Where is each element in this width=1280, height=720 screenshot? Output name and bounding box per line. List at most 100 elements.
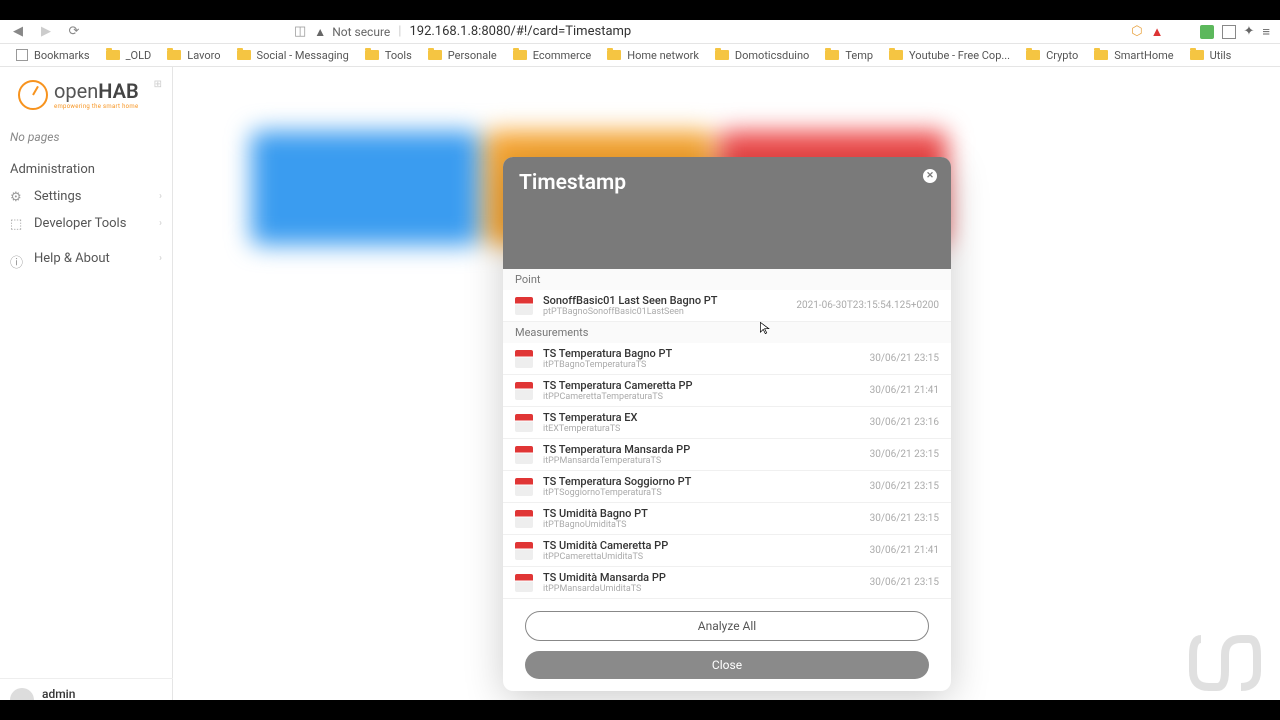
measurement-row[interactable]: TS Temperatura Mansarda PPitPPMansardaTe… — [503, 439, 951, 471]
measurement-row[interactable]: TS Umidità Bagno PTitPTBagnoUmiditaTS 30/… — [503, 503, 951, 535]
security-text: Not secure — [332, 25, 390, 39]
window-top-bar — [0, 0, 1280, 20]
row-title: SonoffBasic01 Last Seen Bagno PT — [543, 294, 786, 307]
row-title: TS Umidità Bagno PT — [543, 507, 860, 520]
pin-icon[interactable]: ⊞ — [154, 79, 162, 90]
chevron-right-icon: › — [159, 253, 162, 264]
no-pages-label: No pages — [0, 122, 172, 152]
row-title: TS Temperatura Bagno PT — [543, 347, 860, 360]
calendar-icon — [515, 542, 533, 560]
watermark — [1180, 625, 1270, 700]
row-subtitle: itPPMansardaUmiditaTS — [543, 584, 860, 594]
row-subtitle: itEXTemperaturaTS — [543, 424, 860, 434]
content-area: Timestamp ✕ Point SonoffBasic01 Last See… — [173, 67, 1280, 720]
openhab-logo[interactable]: openHAB empowering the smart home — [0, 67, 172, 122]
bookmark-folder-homenetwork[interactable]: Home network — [601, 47, 705, 64]
info-icon: ⓘ — [10, 252, 24, 266]
gear-icon: ⚙ — [10, 190, 24, 204]
back-button[interactable]: ◀ — [10, 24, 26, 40]
dialog-title: Timestamp — [519, 171, 626, 195]
calendar-icon — [515, 297, 533, 315]
close-dialog-button[interactable]: Close — [525, 651, 929, 679]
nav-help-about[interactable]: ⓘ Help & About › — [0, 245, 172, 272]
bookmark-folder-old[interactable]: _OLD — [100, 47, 158, 64]
measurement-row[interactable]: TS Umidità Cameretta PPitPPCamerettaUmid… — [503, 535, 951, 567]
bookmark-folder-crypto[interactable]: Crypto — [1020, 47, 1084, 64]
bookmarks-bar: Bookmarks _OLD Lavoro Social - Messaging… — [0, 44, 1280, 67]
nav-label: Developer Tools — [34, 216, 126, 231]
row-subtitle: itPTBagnoUmiditaTS — [543, 520, 860, 530]
row-subtitle: ptPTBagnoSonoffBasic01LastSeen — [543, 307, 786, 317]
nav-settings[interactable]: ⚙ Settings › — [0, 183, 172, 210]
bookmark-folder-lavoro[interactable]: Lavoro — [161, 47, 226, 64]
row-title: TS Temperatura Cameretta PP — [543, 379, 860, 392]
code-icon: ⬚ — [10, 217, 24, 231]
calendar-icon — [515, 478, 533, 496]
security-indicator[interactable]: ▲ Not secure — [314, 25, 390, 39]
calendar-icon — [515, 414, 533, 432]
nav-developer-tools[interactable]: ⬚ Developer Tools › — [0, 210, 172, 237]
bookmark-folder-temp[interactable]: Temp — [819, 47, 879, 64]
row-subtitle: itPTSoggiornoTemperaturaTS — [543, 488, 860, 498]
chevron-right-icon: › — [159, 191, 162, 202]
bookmark-folder-tools[interactable]: Tools — [359, 47, 418, 64]
calendar-icon — [515, 446, 533, 464]
extension-icon-2[interactable] — [1222, 25, 1236, 39]
chevron-right-icon: › — [159, 218, 162, 229]
measurement-row[interactable]: TS Temperatura Bagno PTitPTBagnoTemperat… — [503, 343, 951, 375]
alert-icon[interactable]: ▲ — [1151, 24, 1164, 40]
bookmark-folder-domoticsduino[interactable]: Domoticsduino — [709, 47, 815, 64]
sidebar: ⊞ openHAB empowering the smart home No p… — [0, 67, 173, 720]
nav-label: Settings — [34, 189, 81, 204]
row-title: TS Umidità Cameretta PP — [543, 539, 860, 552]
measurement-row[interactable]: TS Temperatura EXitEXTemperaturaTS 30/06/… — [503, 407, 951, 439]
point-section-header: Point — [503, 269, 951, 290]
row-title: TS Temperatura EX — [543, 411, 860, 424]
calendar-icon — [515, 574, 533, 592]
bookmark-folder-youtube[interactable]: Youtube - Free Cop... — [883, 47, 1016, 64]
url-text: 192.168.1.8:8080/#!/card=Timestamp — [409, 24, 631, 39]
browser-menu-button[interactable]: ≡ — [1262, 24, 1270, 40]
row-value: 30/06/21 21:41 — [870, 385, 939, 396]
close-button[interactable]: ✕ — [923, 169, 937, 183]
row-value: 2021-06-30T23:15:54.125+0200 — [796, 300, 939, 311]
row-title: TS Temperatura Soggiorno PT — [543, 475, 860, 488]
brave-shield-icon[interactable]: ⬡ — [1131, 24, 1142, 39]
measurement-row[interactable]: TS Umidità Mansarda PPitPPMansardaUmidit… — [503, 567, 951, 599]
row-value: 30/06/21 23:15 — [870, 577, 939, 588]
calendar-icon — [515, 510, 533, 528]
address-bar[interactable]: ◫ ▲ Not secure | 192.168.1.8:8080/#!/car… — [294, 24, 1119, 39]
logo-tagline: empowering the smart home — [54, 103, 139, 110]
bookmark-star-icon[interactable]: ◫ — [294, 24, 306, 39]
dialog-header: Timestamp ✕ — [503, 157, 951, 269]
measurement-row[interactable]: TS Temperatura Soggiorno PTitPTSoggiorno… — [503, 471, 951, 503]
apps-button[interactable]: Bookmarks — [10, 47, 96, 64]
extension-icon-1[interactable] — [1200, 25, 1214, 39]
bookmark-folder-smarthome[interactable]: SmartHome — [1088, 47, 1179, 64]
browser-toolbar: ◀ ▶ ⟳ ◫ ▲ Not secure | 192.168.1.8:8080/… — [0, 20, 1280, 44]
logo-icon — [18, 80, 48, 110]
measurements-section-header: Measurements — [503, 322, 951, 343]
point-row[interactable]: SonoffBasic01 Last Seen Bagno PT ptPTBag… — [503, 290, 951, 322]
reload-button[interactable]: ⟳ — [66, 24, 82, 40]
row-title: TS Temperatura Mansarda PP — [543, 443, 860, 456]
row-value: 30/06/21 23:15 — [870, 513, 939, 524]
row-subtitle: itPPCamerettaTemperaturaTS — [543, 392, 860, 402]
row-value: 30/06/21 23:15 — [870, 449, 939, 460]
row-title: TS Umidità Mansarda PP — [543, 571, 860, 584]
row-value: 30/06/21 23:15 — [870, 353, 939, 364]
measurement-row[interactable]: TS Temperatura Cameretta PPitPPCameretta… — [503, 375, 951, 407]
window-bottom-bar — [0, 700, 1280, 720]
row-value: 30/06/21 23:16 — [870, 417, 939, 428]
calendar-icon — [515, 382, 533, 400]
row-value: 30/06/21 23:15 — [870, 481, 939, 492]
row-value: 30/06/21 21:41 — [870, 545, 939, 556]
extensions-button[interactable]: ✦ — [1244, 24, 1255, 39]
row-subtitle: itPPCamerettaUmiditaTS — [543, 552, 860, 562]
bookmark-folder-social[interactable]: Social - Messaging — [231, 47, 355, 64]
bookmark-folder-personale[interactable]: Personale — [422, 47, 503, 64]
analyze-all-button[interactable]: Analyze All — [525, 611, 929, 641]
bookmark-folder-utils[interactable]: Utils — [1184, 47, 1238, 64]
bookmark-folder-ecommerce[interactable]: Ecommerce — [507, 47, 598, 64]
card-blue — [251, 131, 479, 245]
